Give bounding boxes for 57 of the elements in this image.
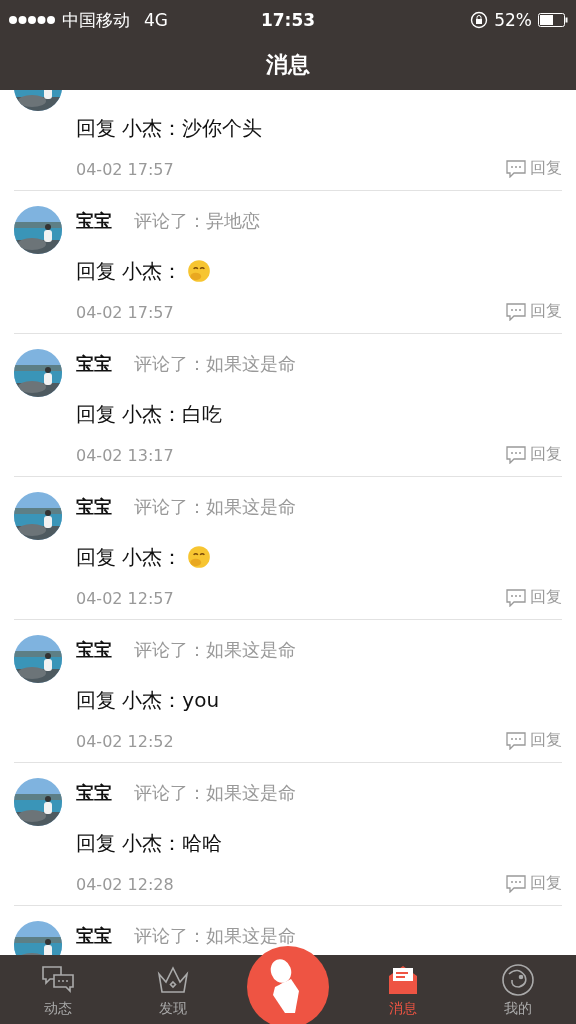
message-row[interactable]: 宝宝 评论了：如果这是命 回复 小杰：you 04-02 12:52 回复 — [14, 620, 562, 763]
comment-icon — [506, 588, 526, 607]
comment-icon — [506, 302, 526, 321]
reply-text: 回复 小杰： — [76, 257, 183, 285]
network-type: 4G — [144, 10, 168, 30]
message-row[interactable]: 宝宝 评论了：异地恋 回复 小杰： 04-02 17:57 回复 — [14, 191, 562, 334]
battery-icon — [538, 13, 568, 27]
author-name: 宝宝 — [76, 209, 112, 233]
tab[interactable]: 发现 — [115, 955, 231, 1024]
timestamp: 04-02 17:57 — [76, 303, 175, 322]
planet-icon — [500, 961, 537, 998]
comment-target: 评论了：如果这是命 — [134, 924, 296, 948]
timestamp: 04-02 12:57 — [76, 589, 175, 608]
tab[interactable]: 消息 — [345, 955, 461, 1024]
reply-button[interactable]: 回复 — [506, 158, 562, 179]
timestamp: 04-02 17:57 — [76, 160, 175, 179]
reply-button[interactable]: 回复 — [506, 873, 562, 894]
reply-text: 回复 小杰：沙你个头 — [76, 114, 263, 142]
author-name: 宝宝 — [76, 781, 112, 805]
reply-button[interactable]: 回复 — [506, 444, 562, 465]
signal-icon — [8, 15, 56, 25]
comment-icon — [506, 874, 526, 893]
timestamp: 04-02 13:17 — [76, 446, 175, 465]
comment-target: 评论了：如果这是命 — [134, 495, 296, 519]
message-row[interactable]: 宝宝 评论了：如果这是命 回复 小杰： 04-02 12:57 回复 — [14, 477, 562, 620]
reply-text: 回复 小杰：白吃 — [76, 400, 223, 428]
comment-target: 评论了：如果这是命 — [134, 781, 296, 805]
comment-target: 评论了：如果这是命 — [134, 638, 296, 662]
tab[interactable]: 我的 — [460, 955, 576, 1024]
reply-button[interactable]: 回复 — [506, 587, 562, 608]
author-name: 宝宝 — [76, 924, 112, 948]
carrier-name: 中国移动 — [62, 8, 130, 32]
comment-icon — [506, 159, 526, 178]
timestamp: 04-02 12:28 — [76, 875, 175, 894]
reply-text: 回复 小杰： — [76, 543, 183, 571]
smiley-icon — [186, 258, 213, 284]
comment-icon — [506, 731, 526, 750]
author-name: 宝宝 — [76, 352, 112, 376]
timestamp: 04-02 12:52 — [76, 732, 175, 751]
tab[interactable]: 动态 — [0, 955, 116, 1024]
message-row[interactable]: 宝宝 评论了：如果这是命 回复 小杰：白吃 04-02 13:17 回复 — [14, 334, 562, 477]
author-name: 宝宝 — [76, 638, 112, 662]
comment-target: 评论了：如果这是命 — [134, 352, 296, 376]
rotation-lock-icon — [470, 11, 489, 29]
comment-icon — [506, 445, 526, 464]
reply-text: 回复 小杰：you — [76, 686, 220, 714]
clock: 17:53 — [260, 10, 316, 30]
reply-button[interactable]: 回复 — [506, 730, 562, 751]
reply-text: 回复 小杰：哈哈 — [76, 829, 223, 857]
smiley-icon — [186, 544, 213, 570]
comment-target: 评论了：异地恋 — [134, 209, 260, 233]
message-row[interactable]: 回复 小杰：沙你个头 04-02 17:57 回复 — [14, 90, 562, 191]
battery-percent: 52% — [494, 10, 532, 30]
screen-title: 消息 — [266, 51, 310, 79]
author-name: 宝宝 — [76, 495, 112, 519]
message-row[interactable]: 宝宝 评论了：如果这是命 回复 小杰：哈哈 04-02 12:28 回复 — [14, 763, 562, 906]
reply-button[interactable]: 回复 — [506, 301, 562, 322]
